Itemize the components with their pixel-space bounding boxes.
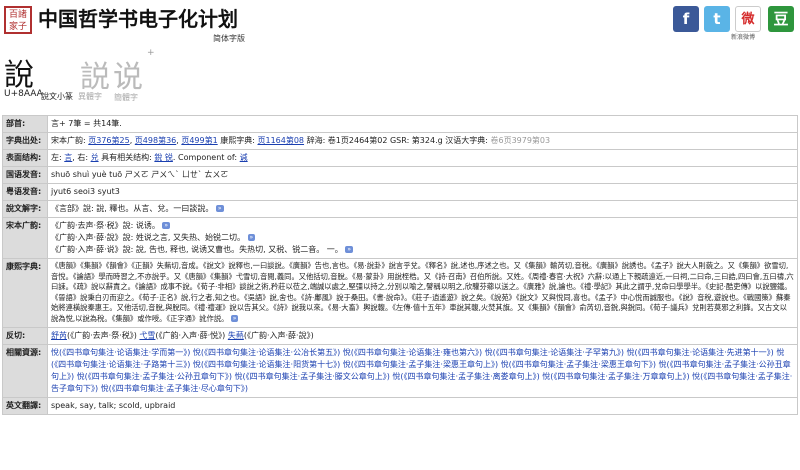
simplified-version-link[interactable]: 简体字版 [213, 33, 245, 44]
simplified-character[interactable]: 说 [113, 52, 143, 96]
structure-value: 左: 言, 右: 兑 具有相关结构: 銳 锐. Component of: 𫍯 [48, 150, 798, 167]
seal-caption: 說文小篆 [41, 91, 73, 102]
more-button[interactable]: » [216, 205, 224, 212]
glyph-panel: 說 𧧎 説 说 + U+8AAA 說文小篆 異體字 簡體字 [0, 48, 400, 98]
guangyun-entry: 《广韵·去声·祭·税》說: 说诱。 » [51, 220, 794, 232]
table-row: 国语发音: shuō shuì yuè tuō ㄕㄨㄛ ㄕㄨㄟˋ ㄩㄝˋ ㄊㄨㄛ [3, 167, 798, 184]
guangyun-page-link[interactable]: 页376第25 [88, 136, 129, 145]
more-button[interactable]: » [345, 246, 353, 253]
row-label: 說文解字: [3, 201, 48, 218]
component-of-link[interactable]: 𫍯 [240, 153, 248, 162]
dictionary-sources: 宋本广韵: 页376第25, 页498第36, 页499第1 康熙字典: 页11… [48, 133, 798, 150]
site-header: 百諸家子 中国哲学书电子化计划 简体字版 f t 微 新浪微博 豆 [0, 0, 800, 40]
guangyun-page-link[interactable]: 页499第1 [181, 136, 217, 145]
english-translation: speak, say, talk; scold, upbraid [48, 397, 798, 414]
mandarin-pronunciation: shuō shuì yuè tuō ㄕㄨㄛ ㄕㄨㄟˋ ㄩㄝˋ ㄊㄨㄛ [48, 167, 798, 184]
source-prefix: 宋本广韵: [51, 136, 88, 145]
guangyun-page-link[interactable]: 页498第36 [135, 136, 176, 145]
table-row: 粤语发音: jyut6 seoi3 syut3 [3, 184, 798, 201]
shuowen-text: 《言部》說: 說, 釋也。从言、兌。一曰談說。 [51, 204, 213, 213]
structure-text: . Component of: [173, 153, 240, 162]
character-info-table: 部首: 言+ 7筆 = 共14筆. 字典出处: 宋本广韵: 页376第25, 页… [2, 115, 798, 415]
structure-text: , 右: [72, 153, 90, 162]
guangyun-text: 《广韵·去声·祭·税》說: 说诱。 [51, 221, 160, 230]
guangyun-text: 《广韵·入声·薛·说》說: 說, 告也, 释也, 说诱又曹也。失热切, 又税、锐… [51, 245, 343, 254]
structure-text: 左: [51, 153, 64, 162]
site-title[interactable]: 中国哲学书电子化计划 [38, 3, 238, 32]
guangyun-text: 《广韵·入声·薛·說》說: 姓说之言, 又失热、始锐二切。 [51, 233, 245, 242]
more-button[interactable]: » [248, 234, 256, 241]
table-row: 反切: 舒芮(《广韵·去声·祭·税》) 弋雪(《广韵·入声·薛·悦》) 失爇(《… [3, 327, 798, 344]
facebook-share-icon[interactable]: f [673, 6, 699, 32]
fanqie-source: (《广韵·入声·薛·說》) [244, 331, 314, 340]
cantonese-pronunciation: jyut6 seoi3 syut3 [48, 184, 798, 201]
other-sources: 辞海: 卷1页2464第02 GSR: 第324.g 汉语大字典: [304, 136, 490, 145]
kangxi-page-link[interactable]: 页1164第08 [257, 136, 304, 145]
guangyun-entry: 《广韵·入声·薛·说》說: 說, 告也, 释也, 说诱又曹也。失热切, 又税、锐… [51, 244, 794, 256]
more-button[interactable]: » [231, 315, 239, 322]
row-label: 粤语发音: [3, 184, 48, 201]
hanyu-dazidian-ref: 卷6页3979第03 [490, 136, 550, 145]
row-label: 表面结构: [3, 150, 48, 167]
add-icon[interactable]: + [147, 48, 155, 58]
related-resources[interactable]: 悅(《四书章句集注·论语集注·学而第一》) 悅(《四书章句集注·论语集注·公冶长… [48, 344, 798, 397]
guangyun-entries: 《广韵·去声·祭·税》說: 说诱。 » 《广韵·入声·薛·說》說: 姓说之言, … [48, 218, 798, 259]
unicode-codepoint: U+8AAA [4, 89, 43, 99]
kangxi-text: 《唐韻》《集韻》《韻會》《正韻》失爇切,音成。《說文》說釋也,一曰談說。《廣韻》… [51, 261, 794, 323]
more-button[interactable]: » [162, 222, 170, 229]
guangyun-entry: 《广韵·入声·薛·說》說: 姓说之言, 又失热、始锐二切。 » [51, 232, 794, 244]
main-character: 說 [4, 50, 34, 94]
row-label: 字典出处: [3, 133, 48, 150]
fanqie-link[interactable]: 舒芮 [51, 331, 67, 340]
simplified-caption: 簡體字 [114, 92, 138, 103]
variant-character[interactable]: 説 [80, 52, 110, 96]
table-row: 相關資源: 悅(《四书章句集注·论语集注·学而第一》) 悅(《四书章句集注·论语… [3, 344, 798, 397]
variant-caption: 異體字 [78, 91, 102, 102]
table-row: 說文解字: 《言部》說: 說, 釋也。从言、兌。一曰談說。 » [3, 201, 798, 218]
fanqie-link[interactable]: 弋雪 [139, 331, 155, 340]
structure-text: 具有相关结构: [99, 153, 155, 162]
fanqie-source: (《广韵·去声·祭·税》) [67, 331, 137, 340]
component-link[interactable]: 兑 [91, 153, 99, 162]
table-row: 康熙字典: 《唐韻》《集韻》《韻會》《正韻》失爇切,音成。《說文》說釋也,一曰談… [3, 259, 798, 328]
fanqie-link[interactable]: 失爇 [228, 331, 244, 340]
table-row: 宋本广韵: 《广韵·去声·祭·税》說: 说诱。 » 《广韵·入声·薛·說》說: … [3, 218, 798, 259]
radical-value: 言+ 7筆 = 共14筆. [48, 116, 798, 133]
weibo-label: 新浪微博 [731, 32, 755, 41]
row-label: 国语发音: [3, 167, 48, 184]
twitter-share-icon[interactable]: t [704, 6, 730, 32]
douban-share-icon[interactable]: 豆 [768, 6, 794, 32]
row-label: 宋本广韵: [3, 218, 48, 259]
row-label: 康熙字典: [3, 259, 48, 328]
site-seal-logo[interactable]: 百諸家子 [4, 6, 32, 34]
row-label: 相關資源: [3, 344, 48, 397]
row-label: 反切: [3, 327, 48, 344]
row-label: 英文翻譯: [3, 397, 48, 414]
related-structure-link[interactable]: 銳 锐 [154, 153, 173, 162]
fanqie-source: (《广韵·入声·薛·悦》) [155, 331, 225, 340]
table-row: 部首: 言+ 7筆 = 共14筆. [3, 116, 798, 133]
kangxi-prefix: 康熙字典: [218, 136, 258, 145]
row-label: 部首: [3, 116, 48, 133]
table-row: 字典出处: 宋本广韵: 页376第25, 页498第36, 页499第1 康熙字… [3, 133, 798, 150]
shuowen-entry: 《言部》說: 說, 釋也。从言、兌。一曰談說。 » [48, 201, 798, 218]
seal-script-character: 𧧎 [42, 52, 46, 82]
fanqie-value: 舒芮(《广韵·去声·祭·税》) 弋雪(《广韵·入声·薛·悦》) 失爇(《广韵·入… [48, 327, 798, 344]
table-row: 英文翻譯: speak, say, talk; scold, upbraid [3, 397, 798, 414]
table-row: 表面结构: 左: 言, 右: 兑 具有相关结构: 銳 锐. Component … [3, 150, 798, 167]
weibo-share-icon[interactable]: 微 [735, 6, 761, 32]
kangxi-entry: 《唐韻》《集韻》《韻會》《正韻》失爇切,音成。《說文》說釋也,一曰談說。《廣韻》… [48, 259, 798, 328]
